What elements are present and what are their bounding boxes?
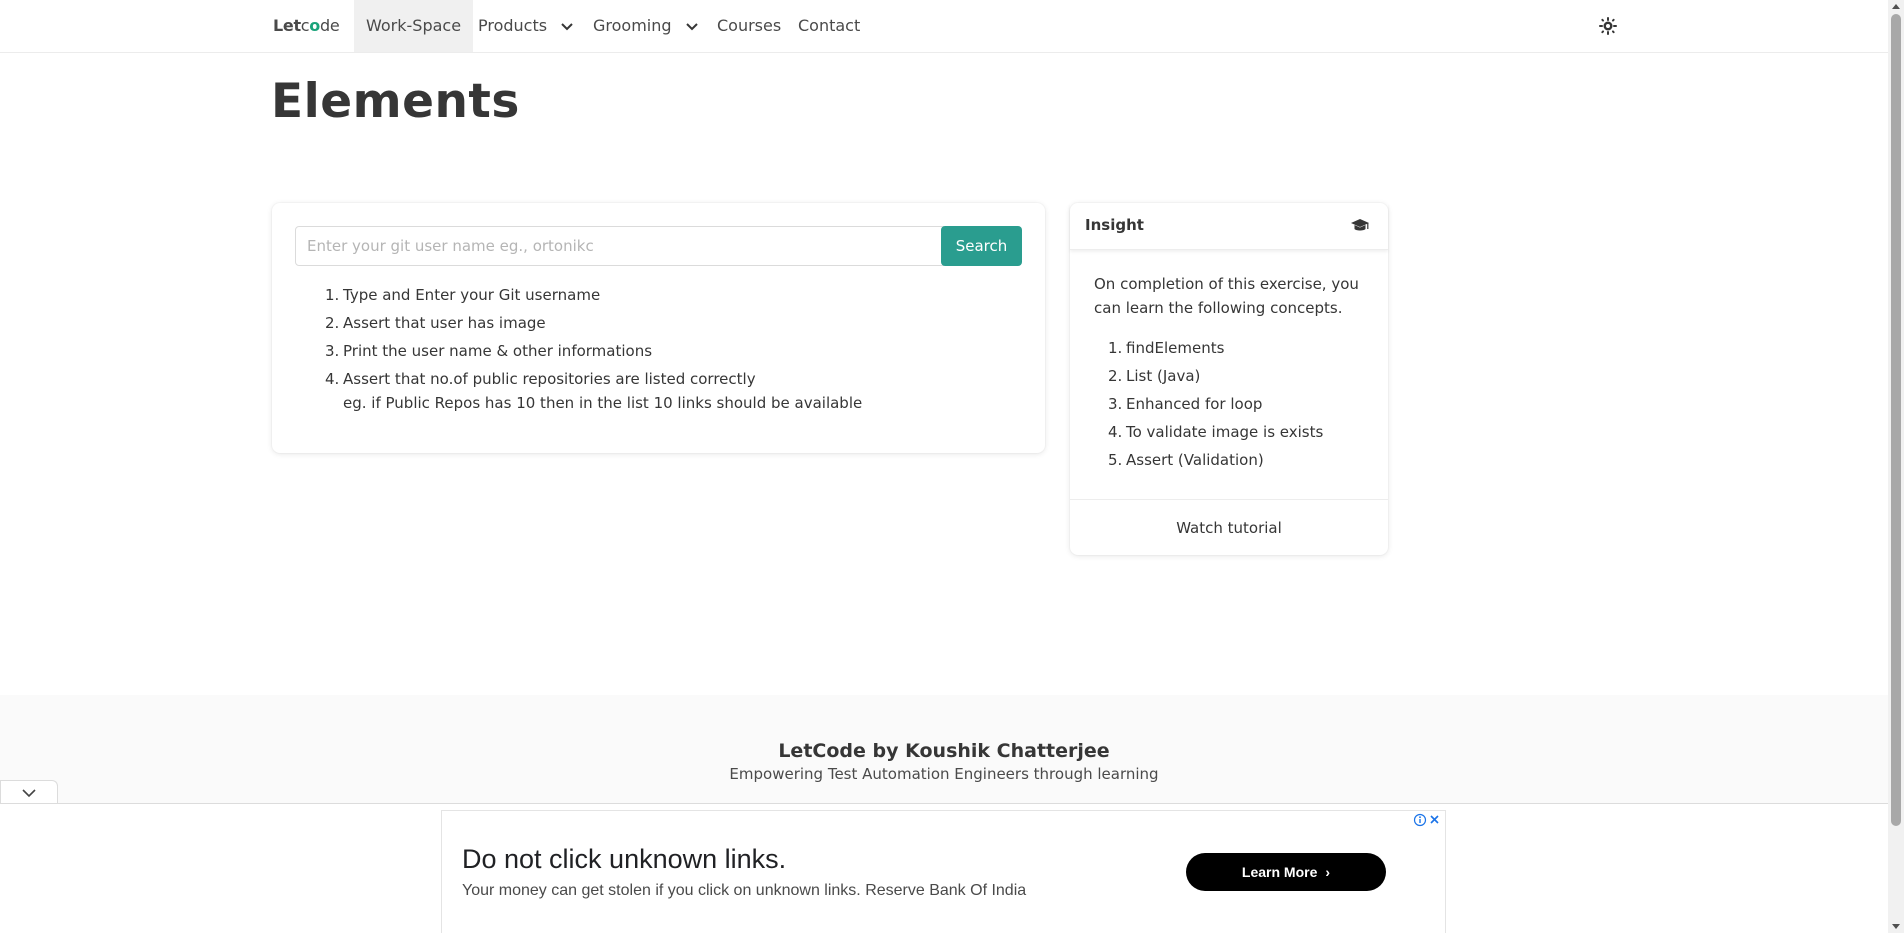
top-navbar: Letcode Work-Space Products Grooming Cou… xyxy=(0,0,1888,53)
ad-content[interactable]: Do not click unknown links. Your money c… xyxy=(441,810,1446,933)
list-number: 3. xyxy=(325,342,340,360)
logo-text-de: de xyxy=(320,16,340,35)
list-number: 5. xyxy=(1108,451,1123,469)
insight-description: On completion of this exercise, you can … xyxy=(1094,275,1359,317)
ad-headline: Do not click unknown links. xyxy=(462,844,787,874)
search-button[interactable]: Search xyxy=(941,226,1022,266)
nav-item-workspace[interactable]: Work-Space xyxy=(354,0,474,52)
insight-title: Insight xyxy=(1085,216,1144,234)
learn-more-button[interactable]: Learn More › xyxy=(1186,853,1386,891)
concept-text: List (Java) xyxy=(1126,367,1201,385)
nav-item-products[interactable]: Products xyxy=(466,0,586,52)
list-item: 2. Assert that user has image xyxy=(325,311,1015,335)
site-logo[interactable]: Letcode xyxy=(273,16,340,35)
git-username-input[interactable] xyxy=(295,226,944,266)
ad-collapse-button[interactable] xyxy=(0,780,58,804)
nav-item-label: Grooming xyxy=(593,16,672,35)
nav-item-label: Products xyxy=(478,16,548,35)
insight-card: Insight On completion of this exercise, … xyxy=(1070,203,1388,555)
chevron-down-icon xyxy=(685,22,698,30)
graduation-cap-icon xyxy=(1351,219,1369,231)
list-number: 3. xyxy=(1108,395,1123,413)
chevron-right-icon: › xyxy=(1325,864,1331,880)
nav-item-label: Contact xyxy=(798,16,861,35)
concept-text: To validate image is exists xyxy=(1126,423,1324,441)
logo-text-o: o xyxy=(309,16,320,35)
watch-tutorial-link[interactable]: Watch tutorial xyxy=(1070,499,1388,555)
nav-item-label: Courses xyxy=(717,16,782,35)
list-item: 4. Assert that no.of public repositories… xyxy=(325,367,1015,415)
step-text: Assert that user has image xyxy=(343,314,546,332)
concept-text: Enhanced for loop xyxy=(1126,395,1263,413)
nav-item-contact[interactable]: Contact xyxy=(786,0,872,52)
page-title: Elements xyxy=(271,74,520,129)
list-number: 2. xyxy=(325,314,340,332)
scroll-thumb[interactable] xyxy=(1891,14,1901,826)
step-text: Print the user name & other informations xyxy=(343,342,653,360)
list-item: 1. Type and Enter your Git username xyxy=(325,283,1015,307)
insight-header: Insight xyxy=(1070,203,1388,250)
step-text: Type and Enter your Git username xyxy=(343,286,601,304)
list-number: 1. xyxy=(325,286,340,304)
list-item: 3. Print the user name & other informati… xyxy=(325,339,1015,363)
concept-text: findElements xyxy=(1126,339,1225,357)
exercise-card: Search 1. Type and Enter your Git userna… xyxy=(272,203,1045,453)
sun-gear-icon[interactable] xyxy=(1598,16,1618,36)
logo-text-let: Let xyxy=(273,16,301,35)
exercise-steps: 1. Type and Enter your Git username 2. A… xyxy=(325,283,1015,419)
chevron-down-icon xyxy=(561,22,573,30)
list-number: 2. xyxy=(1108,367,1123,385)
page-scrollbar[interactable] xyxy=(1888,0,1904,933)
step-text: Assert that no.of public repositories ar… xyxy=(343,370,756,388)
ad-body: Your money can get stolen if you click o… xyxy=(462,882,1027,899)
concepts-list: 1. findElements 2. List (Java) 3. Enhanced … xyxy=(1094,336,1364,472)
concept-text: Assert (Validation) xyxy=(1126,451,1264,469)
footer-subtitle: Empowering Test Automation Engineers thr… xyxy=(729,765,1159,783)
nav-item-grooming[interactable]: Grooming xyxy=(581,0,711,52)
ad-banner: Do not click unknown links. Your money c… xyxy=(0,803,1888,933)
list-number: 4. xyxy=(325,370,340,388)
insight-body: On completion of this exercise, you can … xyxy=(1070,250,1388,472)
nav-item-courses[interactable]: Courses xyxy=(705,0,793,52)
list-item: 2. List (Java) xyxy=(1108,364,1364,388)
scroll-up-arrow[interactable] xyxy=(1892,4,1900,9)
step-subtext: eg. if Public Repos has 10 then in the l… xyxy=(343,394,863,412)
footer-title: LetCode by Koushik Chatterjee xyxy=(778,740,1110,762)
list-number: 4. xyxy=(1108,423,1123,441)
list-item: 4. To validate image is exists xyxy=(1108,420,1364,444)
list-number: 1. xyxy=(1108,339,1123,357)
list-item: 1. findElements xyxy=(1108,336,1364,360)
adchoices-icon[interactable] xyxy=(1413,813,1441,827)
list-item: 5. Assert (Validation) xyxy=(1108,448,1364,472)
nav-item-label: Work-Space xyxy=(366,16,462,35)
chevron-down-icon xyxy=(22,789,36,798)
list-item: 3. Enhanced for loop xyxy=(1108,392,1364,416)
learn-more-label: Learn More xyxy=(1241,864,1318,880)
scroll-down-arrow[interactable] xyxy=(1892,924,1900,929)
